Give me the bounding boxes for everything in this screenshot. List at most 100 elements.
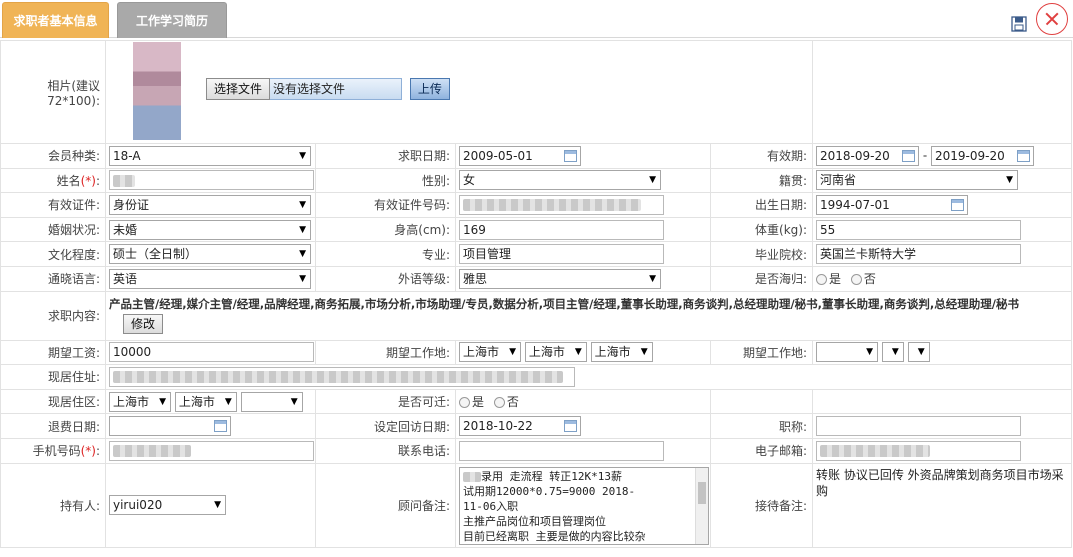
- work-place-2-city-select[interactable]: ▼: [881, 342, 904, 363]
- redacted-text: [463, 471, 481, 482]
- form-row-7: 求职内容: 产品主管/经理,媒介主管/经理,品牌经理,商务拓展,市场分析,市场助…: [0, 290, 1072, 341]
- id-type-label: 有效证件:: [0, 192, 106, 218]
- relocate-yes-radio[interactable]: [459, 397, 470, 409]
- photo-cell: 选择文件 没有选择文件 上传: [105, 40, 813, 144]
- job-content-text: 产品主管/经理,媒介主管/经理,品牌经理,商务拓展,市场分析,市场助理/专员,数…: [109, 297, 1019, 312]
- major-input[interactable]: 项目管理: [459, 244, 664, 265]
- district-city-select[interactable]: 上海市 ▼: [174, 391, 237, 412]
- valid-period-separator: -: [922, 148, 928, 163]
- required-mark: (*): [80, 444, 96, 459]
- work-place-2-district-select[interactable]: ▼: [907, 342, 930, 363]
- form-row-12: 手机号码(*): 联系电话: 电子邮箱:: [0, 437, 1072, 464]
- overseas-no-radio[interactable]: [850, 274, 862, 286]
- required-mark: (*): [80, 173, 96, 188]
- mobile-input[interactable]: [109, 440, 314, 461]
- relocate-no-label: 否: [506, 395, 519, 410]
- calendar-icon[interactable]: [564, 420, 577, 433]
- photo-empty-cell: [812, 40, 1072, 144]
- language-select[interactable]: 英语 ▼: [109, 268, 311, 289]
- redacted-text: [820, 445, 930, 458]
- salary-input[interactable]: 10000: [109, 342, 314, 363]
- overseas-yes-radio[interactable]: [816, 274, 827, 286]
- holder-select[interactable]: yirui020 ▼: [109, 495, 226, 516]
- work-place-label: 期望工作地:: [315, 339, 456, 366]
- district-area-select[interactable]: ▼: [240, 391, 303, 412]
- language-level-select[interactable]: 雅思 ▼: [459, 268, 661, 289]
- height-input[interactable]: 169: [459, 219, 664, 240]
- calendar-icon[interactable]: [951, 198, 964, 211]
- education-label: 文化程度:: [0, 241, 106, 267]
- member-type-select[interactable]: 18-A ▼: [109, 145, 311, 166]
- work-place-2-label: 期望工作地:: [710, 339, 813, 366]
- calendar-icon[interactable]: [1017, 149, 1030, 162]
- form-row-8: 期望工资: 10000 期望工作地: 上海市 ▼ 上海市 ▼ 上海市 ▼ 期望工作地:…: [0, 339, 1072, 366]
- origin-label: 籍贯:: [710, 167, 813, 194]
- education-select[interactable]: 硕士（全日制） ▼: [109, 244, 311, 265]
- valid-from-input[interactable]: 2018-09-20: [816, 145, 919, 166]
- work-place-2-province-select[interactable]: ▼: [816, 342, 878, 363]
- overseas-label: 是否海归:: [710, 265, 813, 292]
- form-row-6: 通晓语言: 英语 ▼ 外语等级: 雅思 ▼ 是否海归: 是 否: [0, 265, 1072, 292]
- form-row-13: 持有人: yirui020 ▼ 顾问备注: 录用 走流程 转正12K*13薪 试用…: [0, 462, 1072, 548]
- address-input[interactable]: [109, 366, 575, 387]
- name-label: 姓名(*):: [0, 167, 106, 194]
- origin-select[interactable]: 河南省 ▼: [816, 170, 1018, 191]
- close-icon[interactable]: [1036, 3, 1068, 35]
- valid-period-label: 有效期:: [710, 143, 813, 169]
- language-level-label: 外语等级:: [315, 265, 456, 292]
- apply-date-label: 求职日期:: [315, 143, 456, 169]
- refund-date-input[interactable]: [109, 416, 231, 437]
- tab-resume[interactable]: 工作学习简历: [117, 2, 227, 38]
- phone-label: 联系电话:: [315, 437, 456, 464]
- weight-input[interactable]: 55: [816, 219, 1021, 240]
- school-label: 毕业院校:: [710, 241, 813, 267]
- avatar-photo: [133, 42, 181, 140]
- work-place-district-select[interactable]: 上海市 ▼: [590, 342, 653, 363]
- form-row-3: 有效证件: 身份证 ▼ 有效证件号码: 出生日期: 1994-07-01: [0, 192, 1072, 218]
- choose-file-button[interactable]: 选择文件: [206, 78, 271, 100]
- form-row-1: 会员种类: 18-A ▼ 求职日期: 2009-05-01 有效期: 2018-0…: [0, 143, 1072, 169]
- work-place-city-select[interactable]: 上海市 ▼: [524, 342, 587, 363]
- work-place-province-select[interactable]: 上海市 ▼: [459, 342, 521, 363]
- modify-button[interactable]: 修改: [123, 314, 164, 335]
- tab-basic-info[interactable]: 求职者基本信息: [2, 2, 109, 38]
- gender-label: 性别:: [315, 167, 456, 194]
- calendar-icon[interactable]: [564, 149, 577, 162]
- email-label: 电子邮箱:: [710, 437, 813, 464]
- school-input[interactable]: 英国兰卡斯特大学: [816, 244, 1021, 265]
- revisit-date-input[interactable]: 2018-10-22: [459, 416, 581, 437]
- overseas-yes-label: 是: [829, 272, 842, 287]
- gender-select[interactable]: 女 ▼: [459, 170, 661, 191]
- holder-label: 持有人:: [0, 462, 106, 548]
- id-number-label: 有效证件号码:: [315, 192, 456, 218]
- save-icon[interactable]: [1011, 16, 1027, 32]
- scrollbar[interactable]: [695, 467, 708, 544]
- calendar-icon[interactable]: [214, 420, 227, 433]
- form-row-5: 文化程度: 硕士（全日制） ▼ 专业: 项目管理 毕业院校: 英国兰卡斯特大学: [0, 241, 1072, 267]
- redacted-text: [463, 199, 641, 212]
- redacted-text: [113, 371, 563, 384]
- reception-note-text[interactable]: 转账 协议已回传 外资品牌策划商务项目市场采购: [816, 467, 1068, 499]
- birth-date-input[interactable]: 1994-07-01: [816, 194, 968, 215]
- phone-input[interactable]: [459, 440, 664, 461]
- birth-date-label: 出生日期:: [710, 192, 813, 218]
- consultant-note-textarea[interactable]: 录用 走流程 转正12K*13薪 试用期12000*0.75=9000 2018…: [459, 466, 709, 545]
- photo-label: 相片(建议72*100):: [0, 40, 106, 144]
- title-label: 职称:: [710, 413, 813, 439]
- district-province-select[interactable]: 上海市 ▼: [109, 391, 171, 412]
- title-input[interactable]: [816, 416, 1021, 437]
- calendar-icon[interactable]: [902, 149, 915, 162]
- name-input[interactable]: [109, 170, 314, 191]
- relocate-no-radio[interactable]: [493, 397, 505, 409]
- redacted-text: [113, 445, 191, 458]
- no-file-text: 没有选择文件: [270, 78, 403, 100]
- id-number-input[interactable]: [459, 194, 664, 215]
- marital-select[interactable]: 未婚 ▼: [109, 219, 311, 240]
- id-type-select[interactable]: 身份证 ▼: [109, 194, 311, 215]
- apply-date-input[interactable]: 2009-05-01: [459, 145, 581, 166]
- upload-button[interactable]: 上传: [409, 78, 450, 100]
- revisit-date-label: 设定回访日期:: [315, 413, 456, 439]
- valid-to-input[interactable]: 2019-09-20: [931, 145, 1034, 166]
- major-label: 专业:: [315, 241, 456, 267]
- email-input[interactable]: [816, 440, 1021, 461]
